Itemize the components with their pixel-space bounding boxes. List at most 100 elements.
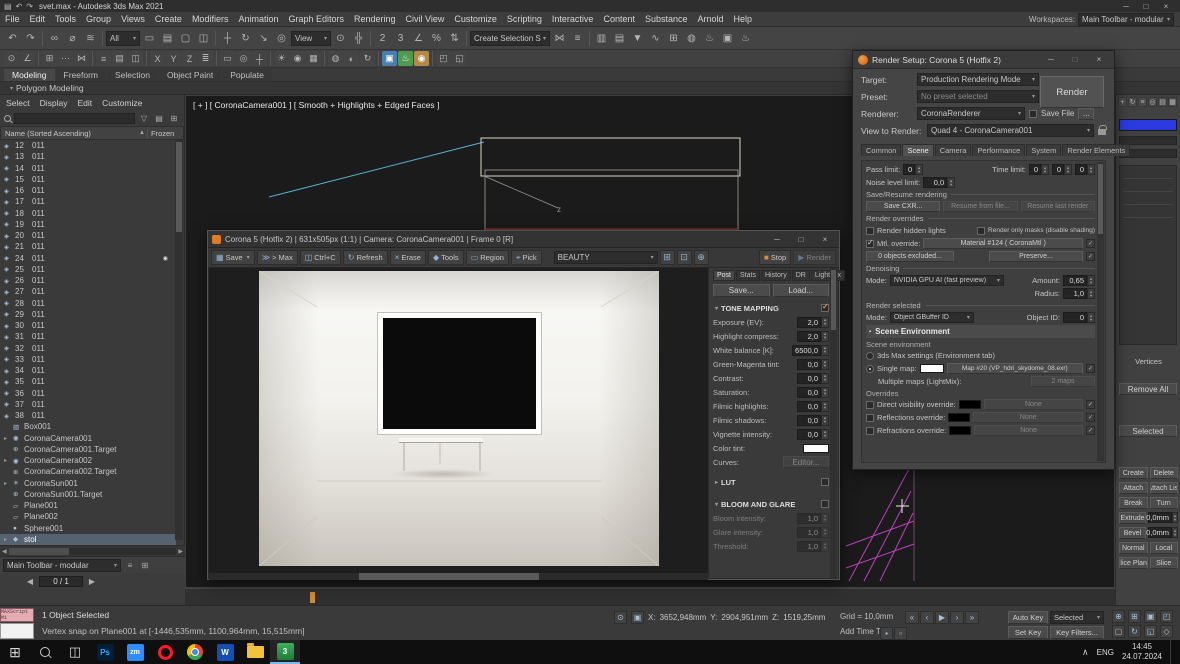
key-filters-button[interactable]: Key Filters... [1050, 626, 1104, 639]
maximize-layout-icon[interactable]: ◰ [436, 51, 451, 66]
vfb-tools-button[interactable]: ◆Tools [428, 250, 464, 265]
refresh-view-icon[interactable]: ↻ [360, 51, 375, 66]
workspace-grid-icon[interactable]: ⊞ [139, 561, 151, 570]
mtl-clear-icon[interactable]: ✓ [1086, 239, 1095, 248]
explorer-row-coronacamera002-target[interactable]: ⊕CoronaCamera002.Target [0, 466, 176, 477]
cp-attach-list-button[interactable]: Attach List [1150, 482, 1179, 494]
select-by-name-icon[interactable]: ▤ [159, 30, 176, 47]
renderer-more-button[interactable]: ... [1078, 108, 1094, 120]
explorer-row[interactable]: ◈26011 [0, 275, 176, 286]
mtl-override-checkbox[interactable] [866, 240, 874, 248]
corona-toolbar-icon-3[interactable]: ◉ [414, 51, 429, 66]
undo-icon[interactable]: ↶ [4, 30, 21, 47]
frozen-column-header[interactable]: Frozen [147, 129, 179, 138]
ribbon-tab-freeform[interactable]: Freeform [56, 69, 106, 81]
scene-explorer-icon[interactable]: ▥ [593, 30, 610, 47]
vfb-tab-post[interactable]: Post [713, 270, 735, 281]
menu-item-content[interactable]: Content [598, 12, 640, 26]
vfb-pick-button[interactable]: ⌖Pick [511, 250, 542, 265]
explorer-row[interactable]: ◈35011 [0, 376, 176, 387]
workspaces-dropdown[interactable]: Main Toolbar - modular▾ [1078, 13, 1174, 26]
direct-override-swatch[interactable] [959, 400, 981, 409]
taskbar-word[interactable]: W [210, 640, 240, 664]
vfb-copy-button[interactable]: ◫Ctrl+C [300, 250, 341, 265]
auto-key-button[interactable]: Auto Key [1008, 611, 1048, 624]
redo-icon[interactable]: ↷ [22, 30, 39, 47]
taskbar-search[interactable] [30, 640, 60, 664]
vfb-close-button[interactable]: × [815, 235, 835, 244]
menu-item-substance[interactable]: Substance [640, 12, 693, 26]
reflections-override-swatch[interactable] [948, 413, 970, 422]
object-id-spinner[interactable]: 0▴▾ [1063, 312, 1095, 323]
explorer-row-plane002[interactable]: ▱Plane002 [0, 511, 176, 522]
spacing-tool-icon[interactable]: ⋯ [58, 51, 73, 66]
explorer-row-coronacamera002[interactable]: ▸◉CoronaCamera002 [0, 455, 176, 466]
cp-create-button[interactable]: Create [1119, 467, 1148, 479]
select-move-icon[interactable]: ┼ [219, 30, 236, 47]
align-tool-icon[interactable]: ≡ [96, 51, 111, 66]
modify-tab-icon[interactable]: ↻ [1128, 97, 1137, 107]
select-rotate-icon[interactable]: ↻ [237, 30, 254, 47]
explorer-row[interactable]: ◈21011 [0, 241, 176, 252]
taskbar-3ds-max[interactable]: 3 [270, 640, 300, 664]
denoise-amount-spinner[interactable]: 0,65▴▾ [1063, 275, 1095, 286]
explorer-row[interactable]: ◈12011 [0, 140, 176, 151]
taskbar-clock[interactable]: 14:45 24.07.2024 [1122, 642, 1162, 662]
single-map-radio[interactable] [866, 365, 874, 373]
vfb-minimize-button[interactable]: ─ [767, 235, 787, 244]
explorer-row-plane001[interactable]: ▱Plane001 [0, 500, 176, 511]
layer-manager-icon[interactable]: ▤ [611, 30, 628, 47]
spinner-threshold[interactable]: 1,0▴▾ [797, 541, 829, 552]
taskbar-task-view[interactable]: ◫ [60, 640, 90, 664]
vfb-refresh-button[interactable]: ↻Refresh [343, 250, 388, 265]
cp-slice-button[interactable]: Slice [1150, 557, 1179, 569]
vfb-load-settings-button[interactable]: Load... [773, 284, 830, 297]
lights-icon[interactable]: ☀ [274, 51, 289, 66]
explorer-row[interactable]: ◈24011◉ [0, 253, 176, 264]
vfb-save-settings-button[interactable]: Save... [713, 284, 770, 297]
taskbar-start[interactable]: ⊞ [0, 640, 30, 664]
material-editor-icon[interactable]: ◍ [683, 30, 700, 47]
color-tint-swatch[interactable] [803, 444, 829, 453]
cp-normal-button[interactable]: Normal [1119, 542, 1148, 554]
window-layout-icon[interactable]: ◱ [452, 51, 467, 66]
rs-vertical-scrollbar[interactable] [1097, 162, 1104, 461]
filter-icon[interactable]: ▽ [138, 114, 150, 123]
direct-visibility-checkbox[interactable] [866, 401, 874, 409]
explorer-row-box001[interactable]: ▧Box001 [0, 421, 176, 432]
explorer-vertical-scrollbar[interactable] [175, 140, 183, 540]
preserve-more-icon[interactable]: ✓ [1086, 252, 1095, 261]
cp-extrude-spinner[interactable]: 0,0mm▴▾ [1148, 512, 1178, 523]
spinner-white-balance-k[interactable]: 6500,0▴▾ [792, 345, 829, 356]
window-minimize-button[interactable]: ─ [1116, 2, 1136, 11]
motion-tab-icon[interactable]: ◎ [1148, 97, 1157, 107]
snap-2d-icon[interactable]: 2 [374, 30, 391, 47]
explorer-menu-customize[interactable]: Customize [102, 98, 142, 108]
workspace-toolbar-dropdown[interactable]: Main Toolbar - modular▾ [3, 559, 121, 572]
selection-lock-icon[interactable]: ⊙ [614, 611, 627, 624]
curve-editor-icon[interactable]: ∿ [647, 30, 664, 47]
noise-limit-spinner[interactable]: 0,0▴▾ [923, 177, 955, 188]
snap-toggle-icon[interactable]: ⊙ [4, 51, 19, 66]
spinner-vignette-intensity[interactable]: 0,0▴▾ [797, 429, 829, 440]
refractions-override-swatch[interactable] [949, 426, 971, 435]
play-animation-icon[interactable]: ▶ [935, 611, 949, 624]
select-object-icon[interactable]: ▭ [141, 30, 158, 47]
axis-x-icon[interactable]: X [150, 51, 165, 66]
time-limit-h-spinner[interactable]: 0▴▾ [1029, 164, 1049, 175]
vfb-stop-button[interactable]: ■Stop [759, 250, 791, 265]
viewport-zoom-icon[interactable]: ⊕ [1112, 610, 1125, 623]
max-settings-radio[interactable] [866, 352, 874, 360]
environment-color-swatch[interactable] [920, 364, 944, 373]
direct-clear-icon[interactable]: ✓ [1086, 400, 1095, 409]
render-selected-mode-dropdown[interactable]: Object GBuffer ID▾ [890, 312, 974, 323]
lut-checkbox[interactable] [821, 478, 829, 486]
explorer-menu-edit[interactable]: Edit [78, 98, 93, 108]
select-place-icon[interactable]: ◎ [273, 30, 290, 47]
go-to-start-icon[interactable]: « [905, 611, 919, 624]
explorer-row[interactable]: ◈15011 [0, 174, 176, 185]
explorer-row-sphere001[interactable]: ●Sphere001 [0, 523, 176, 534]
refractions-override-checkbox[interactable] [866, 427, 874, 435]
vfb-zoom-icon[interactable]: ⊕ [694, 250, 709, 265]
absolute-mode-icon[interactable]: ▣ [631, 611, 644, 624]
